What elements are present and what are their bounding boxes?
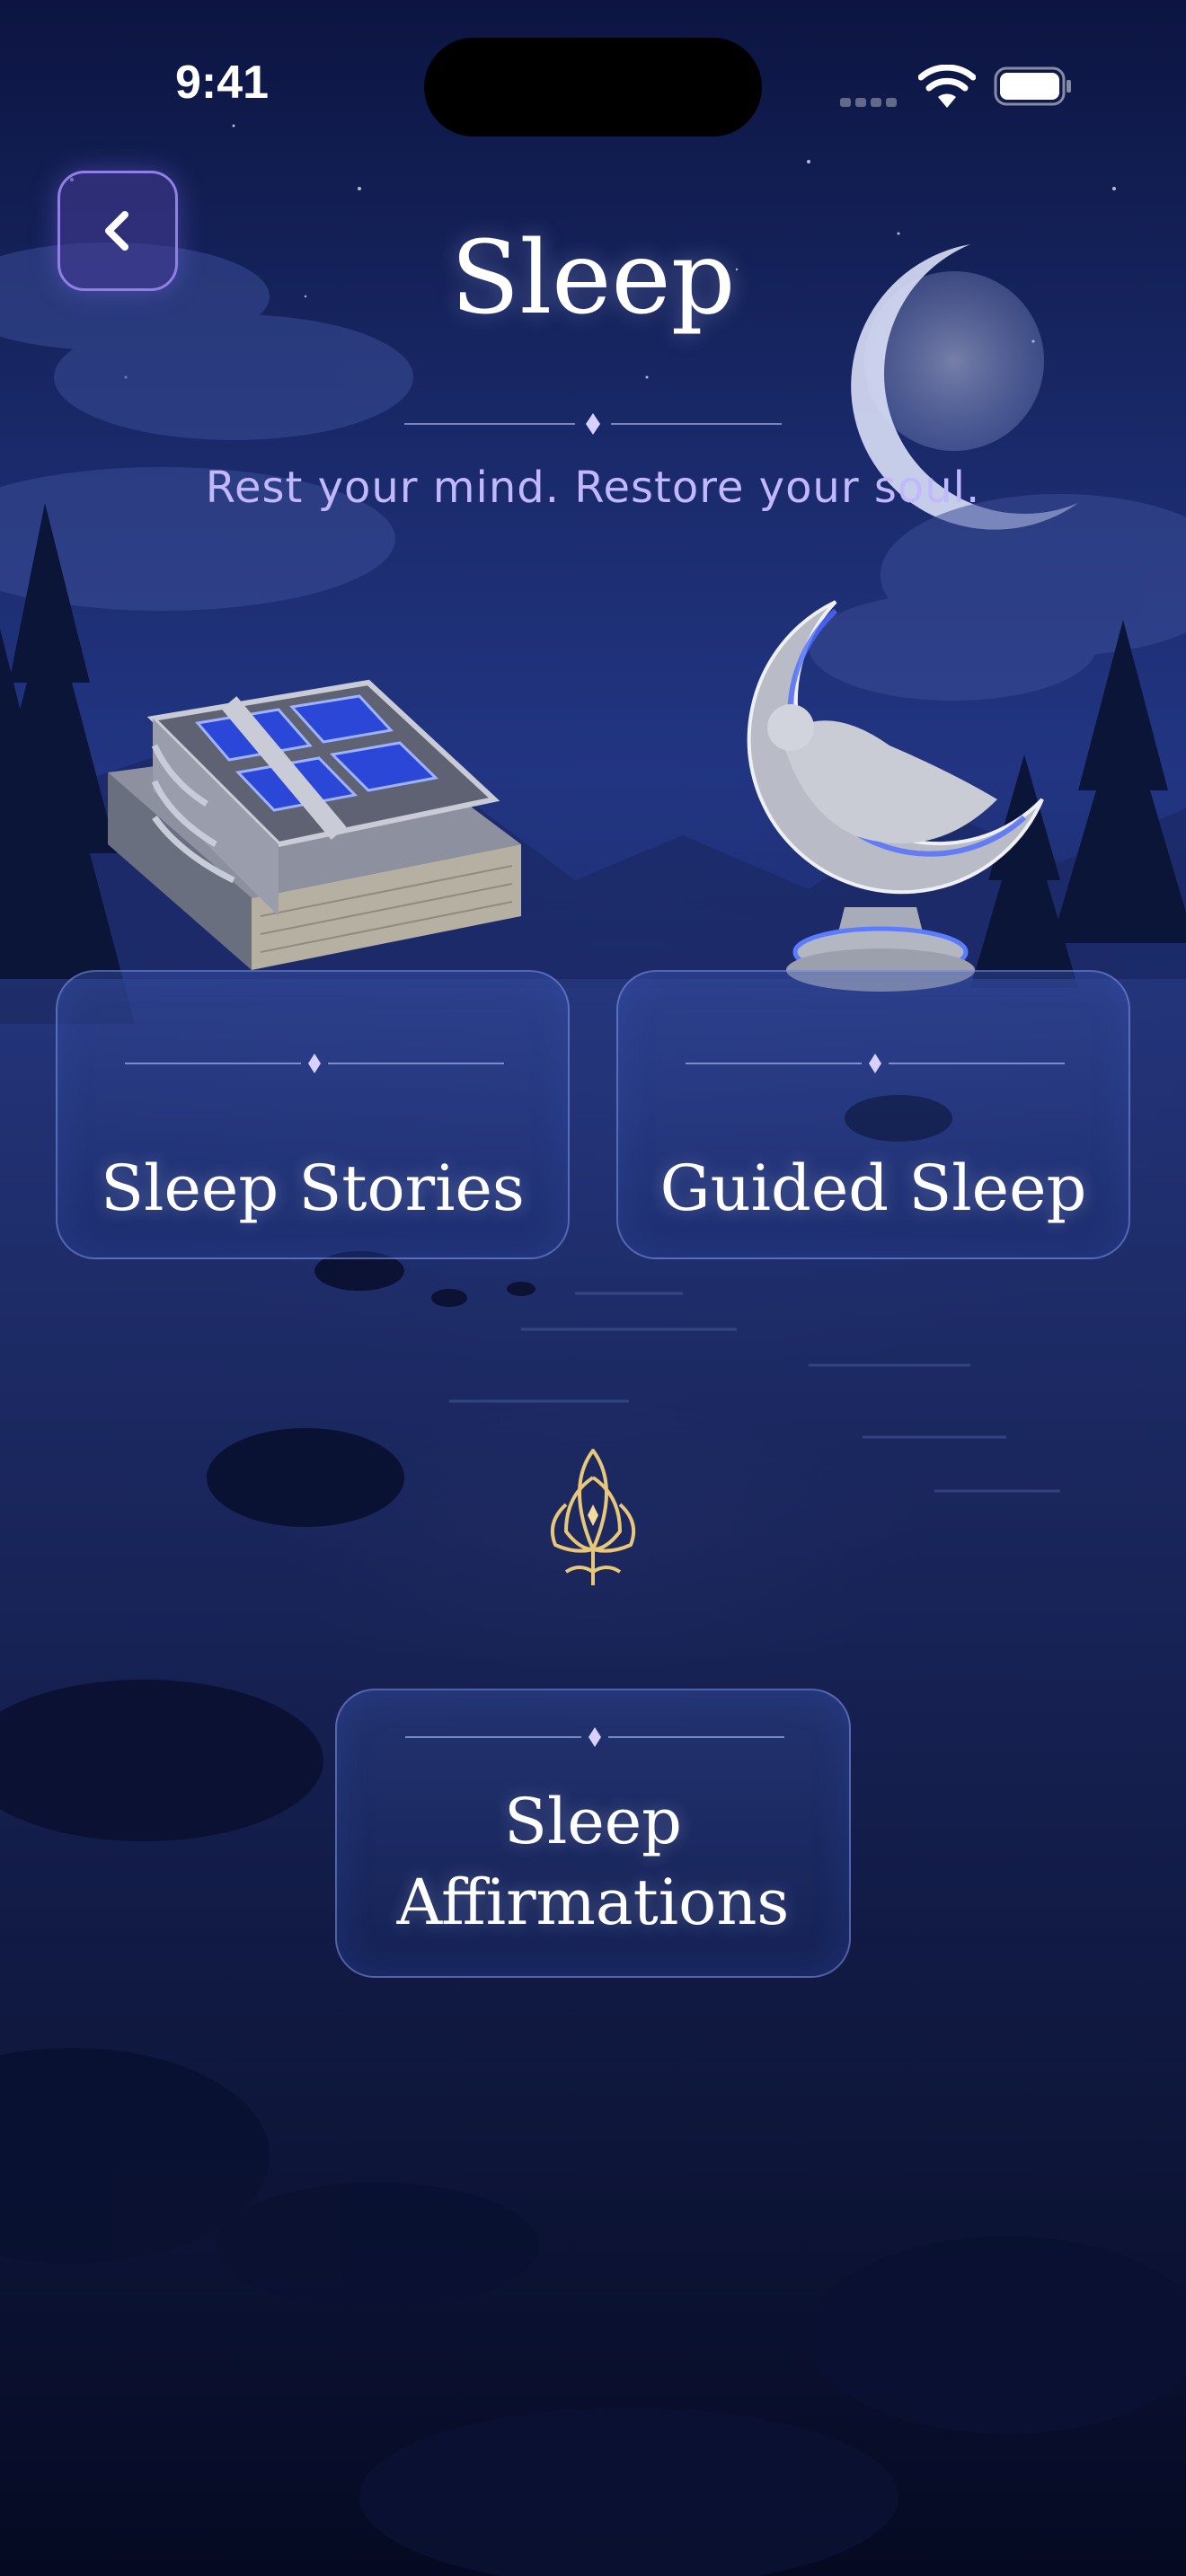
title-divider bbox=[404, 413, 782, 435]
guided-sleep-label: Guided Sleep bbox=[659, 1151, 1087, 1225]
status-time: 9:41 bbox=[175, 57, 270, 109]
dynamic-island bbox=[424, 38, 762, 137]
book-illustration bbox=[108, 679, 521, 970]
night-lake-background bbox=[0, 124, 1186, 2576]
battery-icon bbox=[994, 66, 1071, 106]
wifi-icon bbox=[918, 65, 976, 108]
card-divider bbox=[125, 1054, 504, 1073]
chevron-left-icon bbox=[105, 211, 128, 251]
lotus-icon bbox=[551, 1449, 635, 1585]
guided-sleep-card[interactable]: Guided Sleep bbox=[616, 970, 1130, 1259]
sleep-screen: 9:41 Sleep Rest your mind. Restore your … bbox=[0, 0, 1186, 2576]
sleep-stories-card[interactable]: Sleep Stories bbox=[56, 970, 570, 1259]
back-button[interactable] bbox=[58, 171, 178, 291]
cellular-signal-icon bbox=[840, 93, 903, 107]
crescent-moon-statue-illustration bbox=[747, 600, 1044, 992]
card-divider bbox=[686, 1054, 1065, 1073]
sleep-affirmations-label-line2: Affirmations bbox=[396, 1866, 790, 1939]
page-title: Sleep bbox=[450, 220, 736, 337]
card-divider bbox=[405, 1727, 784, 1747]
subtitle: Rest your mind. Restore your soul. bbox=[205, 463, 981, 513]
sleep-stories-label: Sleep Stories bbox=[101, 1151, 525, 1225]
sleep-affirmations-card[interactable]: Sleep Affirmations bbox=[335, 1689, 851, 1978]
sleep-affirmations-label-line1: Sleep bbox=[503, 1785, 682, 1858]
